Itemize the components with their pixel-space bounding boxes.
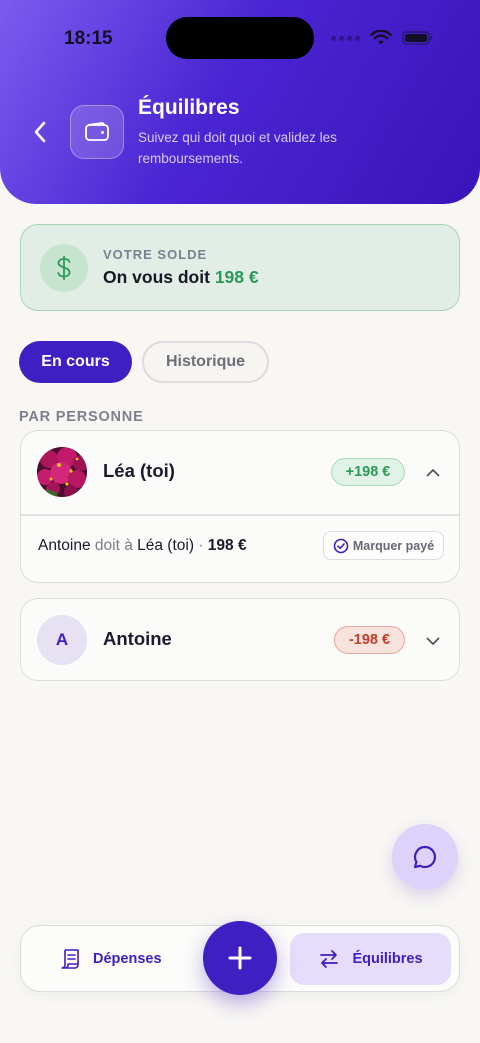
balance-summary: On vous doit 198 €	[103, 267, 259, 288]
person-row-lea[interactable]: Léa (toi) +198 €	[21, 431, 459, 514]
signal-icon	[331, 35, 360, 41]
debt-creditor: Léa (toi)	[137, 537, 194, 554]
person-name: Antoine	[103, 628, 172, 649]
wifi-icon	[370, 30, 392, 45]
check-circle-icon	[333, 538, 349, 553]
chevron-up-icon[interactable]	[425, 465, 441, 481]
person-name: Léa (toi)	[103, 460, 175, 481]
dynamic-island	[166, 17, 314, 59]
person-card-antoine: A Antoine -198 €	[20, 598, 460, 681]
debt-separator: ·	[198, 537, 204, 554]
back-button[interactable]	[28, 118, 52, 146]
add-expense-button[interactable]	[203, 921, 277, 995]
nav-depenses-label: Dépenses	[93, 951, 162, 967]
receipt-icon	[61, 949, 79, 969]
header-icon-box	[70, 105, 124, 159]
page-subtitle: Suivez qui doit quoi et validez les remb…	[138, 130, 337, 166]
balance-prefix: On vous doit	[103, 267, 210, 287]
chat-bubble-icon	[413, 845, 437, 869]
person-card-lea: Léa (toi) +198 € Antoine doit à Léa (toi…	[20, 430, 460, 583]
tab-historique[interactable]: Historique	[142, 341, 269, 383]
card-divider	[21, 514, 459, 516]
mark-paid-label: Marquer payé	[352, 538, 435, 553]
balance-card: VOTRE SOLDE On vous doit 198 €	[20, 224, 460, 311]
plus-icon	[228, 946, 252, 970]
page-title: Équilibres	[138, 96, 240, 119]
balance-amount: 198 €	[214, 267, 259, 287]
balance-icon-circle	[40, 244, 88, 292]
chevron-down-icon[interactable]	[425, 633, 441, 649]
debt-line: Antoine doit à Léa (toi) · 198 €	[38, 537, 247, 555]
wallet-icon	[85, 122, 109, 141]
dollar-icon	[57, 255, 71, 281]
debt-debtor: Antoine	[38, 537, 91, 554]
debt-amount: 198 €	[207, 537, 247, 554]
nav-equilibres[interactable]: Équilibres	[290, 933, 451, 985]
battery-icon	[402, 31, 433, 45]
avatar	[37, 447, 87, 497]
chevron-left-icon	[34, 121, 46, 143]
debt-verb: doit à	[94, 537, 133, 554]
chat-button[interactable]	[392, 824, 458, 890]
nav-depenses[interactable]: Dépenses	[59, 944, 162, 974]
status-time: 18:15	[64, 28, 113, 49]
mark-paid-button[interactable]: Marquer payé	[323, 531, 444, 560]
person-row-antoine[interactable]: A Antoine -198 €	[21, 599, 459, 682]
status-icons	[331, 30, 434, 46]
balance-label: VOTRE SOLDE	[103, 247, 208, 262]
section-label: PAR PERSONNE	[19, 409, 144, 425]
tab-en-cours[interactable]: En cours	[19, 341, 132, 383]
balance-badge-negative: -198 €	[334, 626, 405, 654]
avatar: A	[37, 615, 87, 665]
nav-equilibres-label: Équilibres	[352, 951, 423, 967]
header: 18:15 Équilibres Suivez qui doit quoi et…	[0, 0, 480, 204]
swap-arrows-icon	[320, 950, 339, 968]
balance-badge-positive: +198 €	[331, 458, 405, 486]
